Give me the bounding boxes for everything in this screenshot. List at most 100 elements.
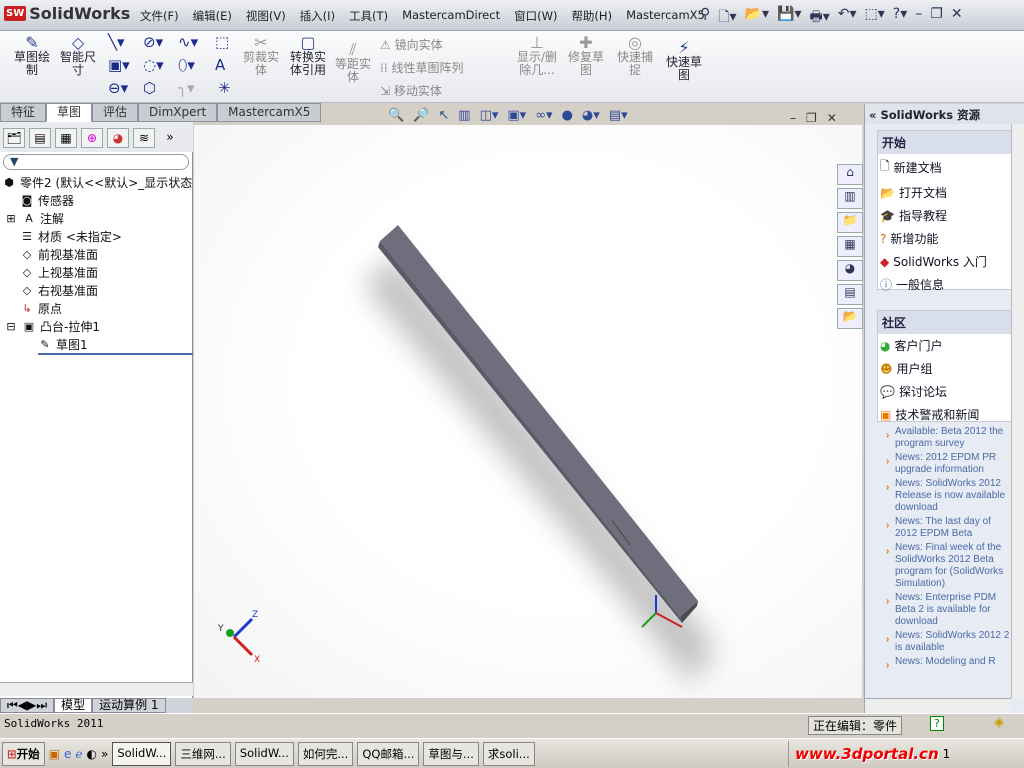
undo-icon[interactable]: ↶▾ xyxy=(838,6,857,30)
line-icon[interactable]: ╲▾ xyxy=(108,33,125,51)
tree-item-boss-extrude[interactable]: ⊟ ▣ 凸台-拉伸1 xyxy=(4,318,100,335)
getting-started-link[interactable]: ◆ SolidWorks 入门 xyxy=(878,250,1012,273)
tab-mastercamx5[interactable]: MastercamX5 xyxy=(217,103,322,122)
menu-mastercamdirect[interactable]: MastercamDirect xyxy=(402,8,500,24)
menu-insert[interactable]: 插入(I) xyxy=(300,8,335,24)
more-icon[interactable]: » xyxy=(101,747,108,761)
tab-features[interactable]: 特征 xyxy=(0,103,47,122)
tree-item-origin[interactable]: ↳ 原点 xyxy=(20,300,62,317)
graphics-area[interactable]: Z X Y xyxy=(194,125,862,698)
slot-icon[interactable]: ⊖▾ xyxy=(108,79,128,97)
restore-icon[interactable]: ❐ xyxy=(930,6,943,30)
tree-filter-input[interactable]: ▼ xyxy=(3,154,189,170)
tree-item-right-plane[interactable]: ◇ 右视基准面 xyxy=(20,282,98,299)
ellipse-icon[interactable]: ⬯▾ xyxy=(178,56,195,74)
menu-window[interactable]: 窗口(W) xyxy=(514,8,557,24)
appearance-icon[interactable]: ● xyxy=(562,108,573,123)
expand-tabs-icon[interactable]: » xyxy=(159,128,181,148)
move-entities-button[interactable]: ⇲ 移动实体 xyxy=(380,82,442,99)
quicklaunch-icon[interactable]: ▣ xyxy=(49,747,60,761)
view-settings-icon[interactable]: ▤▾ xyxy=(609,108,628,123)
tree-item-sensors[interactable]: ◙ 传感器 xyxy=(20,192,74,209)
news-item[interactable]: News: Enterprise PDM Beta 2 is available… xyxy=(886,592,1010,628)
design-library-icon[interactable]: ▥ xyxy=(837,188,863,209)
tree-item-annotations[interactable]: ⊞ A 注解 xyxy=(4,210,64,227)
rapid-sketch-button[interactable]: ⚡ 快速草图 xyxy=(662,40,706,82)
menu-mastercamx5[interactable]: MastercamX5 xyxy=(626,8,705,24)
close-icon[interactable]: ✕ xyxy=(951,6,963,30)
repair-sketch-button[interactable]: ✚ 修复草图 xyxy=(564,35,608,77)
general-info-link[interactable]: ⓘ 一般信息 xyxy=(878,273,1012,296)
minimize-icon[interactable]: – xyxy=(915,6,922,30)
news-item[interactable]: News: SolidWorks 2012 Release is now ava… xyxy=(886,478,1010,514)
view-palette-icon[interactable]: ▦ xyxy=(837,236,863,257)
polygon-icon[interactable]: ⬡ xyxy=(143,79,156,97)
convert-entities-button[interactable]: ▢ 转换实体引用 xyxy=(286,35,330,77)
cam-manager-tab-icon[interactable]: ≋ xyxy=(133,128,155,148)
user-groups-link[interactable]: ☻ 用户组 xyxy=(878,357,1012,380)
property-manager-tab-icon[interactable]: ▤ xyxy=(29,128,51,148)
tab-model[interactable]: 模型 xyxy=(54,698,93,713)
display-delete-relations-button[interactable]: ⊥ 显示/删除几... xyxy=(514,35,560,77)
configuration-manager-tab-icon[interactable]: ▦ xyxy=(55,128,77,148)
tree-item-front-plane[interactable]: ◇ 前视基准面 xyxy=(20,246,98,263)
ie-alt-icon[interactable]: ℯ xyxy=(75,747,82,761)
new-document-icon[interactable]: 🗋▾ xyxy=(718,6,736,30)
custom-properties-icon[interactable]: ▤ xyxy=(837,284,863,305)
news-item[interactable]: Available: Beta 2012 the program survey xyxy=(886,426,1010,450)
linear-pattern-button[interactable]: ⁞⁞ 线性草图阵列 xyxy=(380,59,463,76)
trim-button[interactable]: ✂ 剪裁实体 xyxy=(240,35,282,77)
forums-link[interactable]: 💬 探讨论坛 xyxy=(878,380,1012,403)
appearances-icon[interactable]: ◕ xyxy=(837,260,863,281)
tree-horizontal-scrollbar[interactable] xyxy=(0,682,193,696)
select-icon[interactable]: ⬚▾ xyxy=(865,6,885,30)
spline-icon[interactable]: ∿▾ xyxy=(178,33,198,51)
circle-icon[interactable]: ⊘▾ xyxy=(143,33,163,51)
tech-alerts-link[interactable]: ▣ 技术警戒和新闻 xyxy=(878,403,1012,426)
media-icon[interactable]: ◐ xyxy=(86,747,96,761)
viewport-restore-icon[interactable]: ❐ xyxy=(806,111,817,125)
tag-icon[interactable]: ◈ xyxy=(994,715,1004,730)
forum-icon[interactable]: 📂 xyxy=(837,308,863,329)
task-pane-horizontal-scrollbar[interactable] xyxy=(865,698,1011,713)
start-button[interactable]: ⊞开始 xyxy=(2,741,45,766)
collapse-pane-icon[interactable]: « xyxy=(869,108,880,122)
news-item[interactable]: News: SolidWorks 2012 2 is available xyxy=(886,630,1010,654)
sketch-button[interactable]: ✎ 草图绘制 xyxy=(10,35,54,77)
tab-motion-study[interactable]: 运动算例 1 xyxy=(92,698,166,713)
help-status-icon[interactable]: ? xyxy=(930,716,944,731)
taskbar-item[interactable]: 三维网... xyxy=(175,741,231,766)
hide-show-icon[interactable]: ∞▾ xyxy=(535,108,552,123)
open-document-link[interactable]: 📂 打开文档 xyxy=(878,181,1012,204)
menu-file[interactable]: 文件(F) xyxy=(140,8,179,24)
rectangle-icon[interactable]: ▣▾ xyxy=(108,56,130,74)
display-manager-tab-icon[interactable]: ◕ xyxy=(107,128,129,148)
help-icon[interactable]: ?▾ xyxy=(893,6,907,30)
taskbar-item[interactable]: QQ邮箱... xyxy=(357,741,420,766)
offset-button[interactable]: ⫽ 等距实体 xyxy=(333,42,373,84)
home-icon[interactable]: ⌂ xyxy=(837,164,863,185)
save-icon[interactable]: 💾▾ xyxy=(777,6,801,30)
news-item[interactable]: News: Modeling and R xyxy=(886,656,1010,672)
tab-nav-buttons[interactable]: ⏮◀▶⏭ xyxy=(0,698,55,713)
menu-view[interactable]: 视图(V) xyxy=(246,8,286,24)
taskbar-item[interactable]: 如何完... xyxy=(297,741,354,766)
news-item[interactable]: News: The last day of 2012 EPDM Beta xyxy=(886,516,1010,540)
zoom-to-fit-icon[interactable]: 🔍 xyxy=(388,108,404,123)
construction-grid-icon[interactable]: ⬚ xyxy=(215,33,229,51)
zoom-area-icon[interactable]: 🔎 xyxy=(413,108,429,123)
new-document-link[interactable]: 🗋 新建文档 xyxy=(878,154,1012,181)
collapse-icon[interactable]: ⊟ xyxy=(4,320,18,333)
menu-tools[interactable]: 工具(T) xyxy=(349,8,388,24)
view-orientation-icon[interactable]: ◫▾ xyxy=(480,108,499,123)
tree-item-top-plane[interactable]: ◇ 上视基准面 xyxy=(20,264,98,281)
task-pane-vertical-scrollbar[interactable] xyxy=(1011,124,1024,698)
tab-sketch[interactable]: 草图 xyxy=(46,103,93,122)
fillet-icon[interactable]: ╮▾ xyxy=(178,79,195,97)
feature-manager-tab-icon[interactable]: 🗂 xyxy=(3,128,25,148)
print-icon[interactable]: 🖶▾ xyxy=(810,6,830,30)
taskbar-item[interactable]: SolidW... xyxy=(234,741,294,766)
dimxpert-manager-tab-icon[interactable]: ⊕ xyxy=(81,128,103,148)
taskbar-item[interactable]: SolidW... xyxy=(112,741,172,766)
tab-dimxpert[interactable]: DimXpert xyxy=(138,103,218,122)
